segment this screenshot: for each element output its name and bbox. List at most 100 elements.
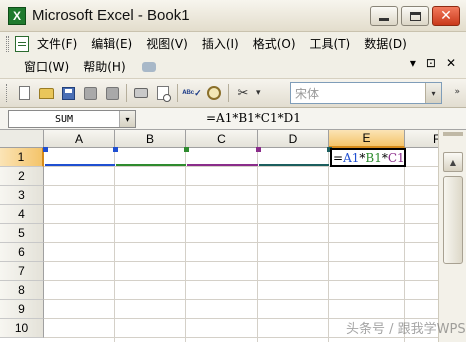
ref-handle-b1[interactable] (113, 147, 118, 152)
open-button[interactable] (37, 84, 55, 102)
gridline (44, 242, 438, 243)
column-header-f[interactable]: F (405, 130, 438, 148)
new-document-icon (18, 86, 30, 100)
gridline (404, 148, 405, 342)
workbook-restore-button[interactable]: ⊡ (426, 56, 436, 70)
font-dropdown-arrow-icon[interactable]: ▾ (425, 83, 441, 103)
menu-edit[interactable]: 编辑(E) (91, 35, 132, 52)
row-header-8[interactable]: 8 (0, 281, 44, 300)
workbook-close-button[interactable]: ✕ (446, 56, 456, 70)
name-box-dropdown-icon[interactable]: ▾ (119, 111, 135, 127)
gridline (185, 148, 186, 342)
formula-ref-a1: A1 (343, 150, 360, 165)
gridline (114, 148, 115, 342)
gridline (44, 299, 438, 300)
maximize-button[interactable] (401, 6, 429, 26)
gridline (44, 337, 438, 338)
save-disk-icon (61, 86, 75, 100)
gridline (257, 148, 258, 342)
help-assistant-icon[interactable] (141, 61, 156, 72)
toolbar-separator (177, 84, 178, 102)
formula-operator: * (405, 151, 406, 165)
gridline (44, 185, 438, 186)
menu-window[interactable]: 窗口(W) (24, 58, 69, 75)
ref-border-b1 (116, 164, 186, 166)
title-bar: X Microsoft Excel - Book1 ✕ (0, 0, 466, 32)
research-button[interactable] (205, 84, 223, 102)
formula-input[interactable]: =A1*B1*C1*D1 (206, 111, 301, 125)
minimize-icon (379, 17, 389, 21)
window-title: Microsoft Excel - Book1 (32, 7, 190, 24)
email-button[interactable] (103, 84, 121, 102)
formula-equals: = (333, 150, 344, 165)
menu-view[interactable]: 视图(V) (146, 35, 188, 52)
gridline (328, 148, 329, 342)
ref-border-d1 (259, 164, 329, 166)
permission-button[interactable] (81, 84, 99, 102)
column-header-c[interactable]: C (186, 130, 258, 148)
spelling-icon: ᴬᴮᶜ✓ (182, 87, 202, 98)
excel-app-icon[interactable]: X (8, 6, 26, 25)
row-header-3[interactable]: 3 (0, 186, 44, 205)
workbook-minimize-button[interactable]: ▾ (410, 56, 416, 70)
save-button[interactable] (59, 84, 77, 102)
gridline (44, 204, 438, 205)
row-header-2[interactable]: 2 (0, 167, 44, 186)
menu-tools[interactable]: 工具(T) (310, 35, 351, 52)
font-name-combobox[interactable]: 宋体 ▾ (290, 82, 442, 104)
window-controls: ✕ (370, 6, 460, 26)
toolbar-separator (126, 84, 127, 102)
toolbar-options-chevron-icon[interactable]: ▾ (256, 88, 261, 98)
name-box-value: SUM (54, 113, 74, 125)
menu-insert[interactable]: 插入(I) (202, 35, 239, 52)
ref-handle-c1[interactable] (184, 147, 189, 152)
scroll-up-button[interactable]: ▲ (443, 152, 463, 172)
row-header-7[interactable]: 7 (0, 262, 44, 281)
toolbar-overflow-chevron-icon[interactable]: » (454, 87, 460, 97)
new-button[interactable] (15, 84, 33, 102)
row-header-9[interactable]: 9 (0, 300, 44, 319)
close-icon: ✕ (440, 8, 452, 24)
menu-help[interactable]: 帮助(H) (83, 58, 125, 75)
workbook-icon[interactable] (15, 35, 29, 52)
menu-row-secondary: 窗口(W) 帮助(H) (0, 55, 156, 78)
column-header-e[interactable]: E (329, 130, 405, 148)
gridline (44, 223, 438, 224)
open-folder-icon (38, 87, 54, 99)
ref-handle-d1[interactable] (256, 147, 261, 152)
print-preview-button[interactable] (154, 84, 172, 102)
row-header-5[interactable]: 5 (0, 224, 44, 243)
scroll-thumb[interactable] (443, 176, 463, 264)
menu-grip-handle[interactable] (6, 35, 9, 52)
minimize-button[interactable] (370, 6, 398, 26)
workbook-window-controls: ▾ ⊡ ✕ (410, 56, 456, 70)
row-header-10[interactable]: 10 (0, 319, 44, 338)
menu-data[interactable]: 数据(D) (364, 35, 407, 52)
menu-format[interactable]: 格式(O) (253, 35, 296, 52)
cell-e1-editor[interactable]: = A1 * B1 * C1 * D1 (330, 148, 406, 167)
column-header-b[interactable]: B (115, 130, 186, 148)
select-all-corner[interactable] (0, 130, 44, 148)
scissors-icon: ✂ (237, 85, 249, 101)
name-box[interactable]: SUM ▾ (8, 110, 136, 128)
vertical-scrollbar[interactable]: ▲ (438, 130, 466, 342)
split-box-handle[interactable] (443, 132, 463, 136)
toolbar-separator (228, 84, 229, 102)
print-button[interactable] (132, 84, 150, 102)
toolbar-grip-handle[interactable] (6, 84, 9, 102)
gridline (44, 261, 438, 262)
font-name-value: 宋体 (295, 86, 320, 101)
menu-file[interactable]: 文件(F) (37, 35, 77, 52)
cut-button[interactable]: ✂ (234, 84, 252, 102)
column-header-d[interactable]: D (258, 130, 329, 148)
row-header-4[interactable]: 4 (0, 205, 44, 224)
column-header-a[interactable]: A (44, 130, 115, 148)
formula-ref-b1: B1 (365, 150, 382, 165)
ref-border-a1 (45, 164, 115, 166)
formula-bar: SUM ▾ =A1*B1*C1*D1 (0, 108, 466, 130)
row-header-6[interactable]: 6 (0, 243, 44, 262)
ref-handle-a1[interactable] (43, 147, 48, 152)
spelling-button[interactable]: ᴬᴮᶜ✓ (182, 84, 202, 102)
row-header-1[interactable]: 1 (0, 148, 44, 167)
close-button[interactable]: ✕ (432, 6, 460, 26)
